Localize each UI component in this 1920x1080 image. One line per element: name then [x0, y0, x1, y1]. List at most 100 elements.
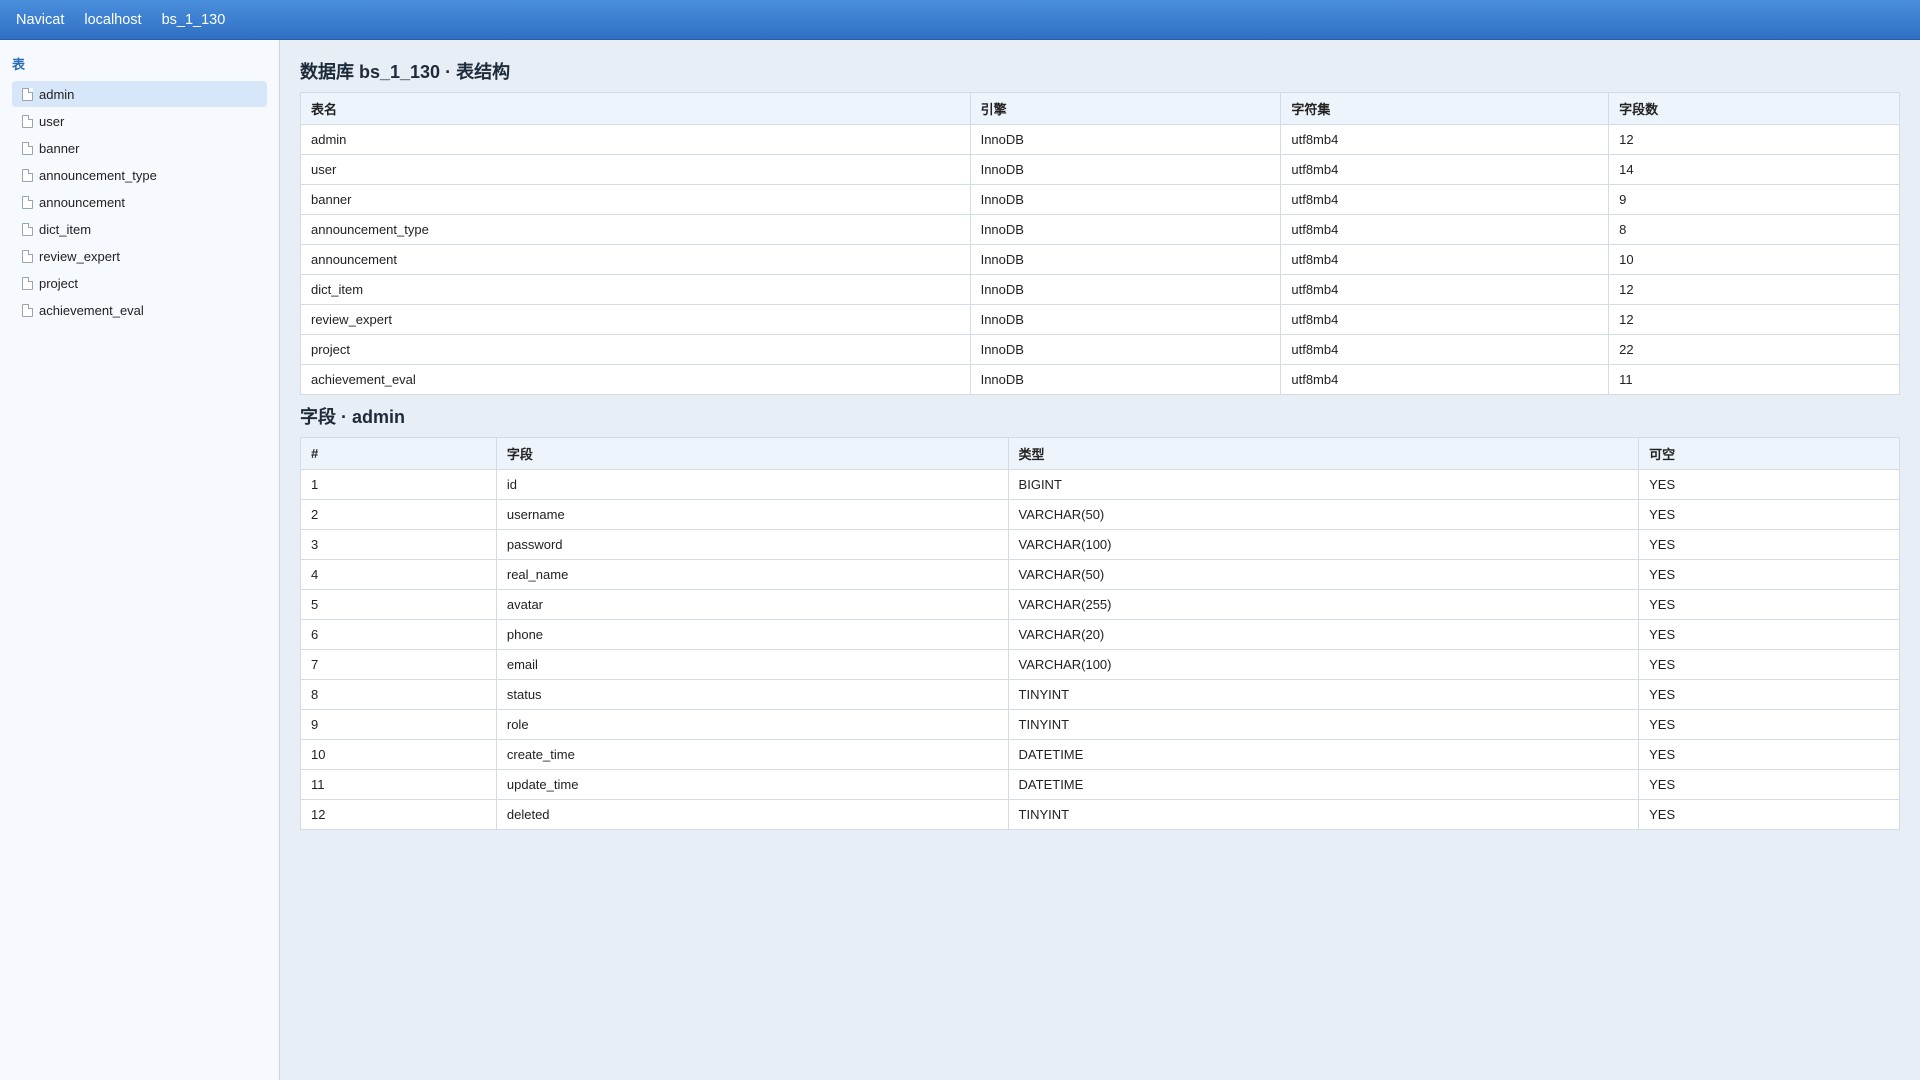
fields-section-title: 字段 · admin — [300, 407, 406, 427]
cell-nullable: YES — [1638, 559, 1900, 590]
table-row[interactable]: dict_item InnoDB utf8mb4 12 — [300, 274, 1900, 305]
sidebar-item-dict-item[interactable]: dict_item — [12, 216, 267, 242]
sidebar-item-label: announcement_type — [39, 167, 157, 183]
cell-engine: InnoDB — [969, 364, 1282, 395]
sidebar-item-label: dict_item — [39, 221, 92, 237]
cell-field-count: 12 — [1608, 274, 1900, 305]
sidebar: 表 admin user banner announcement_type announ… — [0, 40, 280, 1080]
table-file-icon — [22, 141, 33, 155]
table-row[interactable]: 7 email VARCHAR(100) YES — [300, 649, 1900, 680]
sidebar-item-achievement-eval[interactable]: achievement_eval — [12, 297, 267, 323]
cell-type: DATETIME — [1007, 769, 1640, 800]
cell-index: 2 — [300, 499, 497, 530]
main-content: 数据库 bs_1_130 · 表结构 表名 引擎 字符集 字段数 admin In… — [300, 40, 1900, 830]
cell-index: 6 — [300, 619, 497, 650]
cell-index: 12 — [300, 799, 497, 830]
table-file-icon — [22, 249, 33, 263]
table-row[interactable]: 10 create_time DATETIME YES — [300, 739, 1900, 770]
sidebar-item-label: announcement — [39, 194, 126, 210]
cell-engine: InnoDB — [969, 274, 1282, 305]
cell-nullable: YES — [1638, 799, 1900, 830]
column-header-table-name[interactable]: 表名 — [300, 92, 971, 125]
sidebar-item-label: project — [39, 275, 79, 291]
table-row[interactable]: 12 deleted TINYINT YES — [300, 799, 1900, 830]
cell-field-name: status — [495, 679, 1009, 710]
cell-engine: InnoDB — [969, 334, 1282, 365]
table-row[interactable]: admin InnoDB utf8mb4 12 — [300, 124, 1900, 155]
cell-field-count: 22 — [1608, 334, 1900, 365]
cell-index: 1 — [300, 469, 497, 500]
column-header-charset[interactable]: 字符集 — [1280, 92, 1610, 125]
table-row[interactable]: 3 password VARCHAR(100) YES — [300, 529, 1900, 560]
table-row[interactable]: 11 update_time DATETIME YES — [300, 769, 1900, 800]
sidebar-item-banner[interactable]: banner — [12, 135, 267, 161]
cell-field-count: 10 — [1608, 244, 1900, 275]
column-header-type[interactable]: 类型 — [1007, 437, 1640, 470]
cell-table-name: banner — [300, 184, 971, 215]
table-row[interactable]: 6 phone VARCHAR(20) YES — [300, 619, 1900, 650]
cell-type: VARCHAR(20) — [1007, 619, 1640, 650]
cell-charset: utf8mb4 — [1280, 364, 1610, 395]
table-row[interactable]: user InnoDB utf8mb4 14 — [300, 154, 1900, 185]
top-navigation-bar: Navicat localhost bs_1_130 — [0, 0, 1920, 40]
cell-nullable: YES — [1638, 739, 1900, 770]
cell-field-count: 8 — [1608, 214, 1900, 245]
table-row[interactable]: 9 role TINYINT YES — [300, 709, 1900, 740]
cell-index: 10 — [300, 739, 497, 770]
column-header-field-count[interactable]: 字段数 — [1608, 92, 1900, 125]
column-header-engine[interactable]: 引擎 — [969, 92, 1282, 125]
table-file-icon — [22, 222, 33, 236]
table-row[interactable]: review_expert InnoDB utf8mb4 12 — [300, 304, 1900, 335]
cell-type: TINYINT — [1007, 799, 1640, 830]
table-file-icon — [22, 276, 33, 290]
column-header-index[interactable]: # — [300, 437, 497, 470]
table-row[interactable]: project InnoDB utf8mb4 22 — [300, 334, 1900, 365]
cell-table-name: announcement_type — [300, 214, 971, 245]
cell-field-name: email — [495, 649, 1009, 680]
sidebar-item-project[interactable]: project — [12, 270, 267, 296]
cell-type: TINYINT — [1007, 709, 1640, 740]
cell-charset: utf8mb4 — [1280, 304, 1610, 335]
cell-field-name: update_time — [495, 769, 1009, 800]
sidebar-item-admin[interactable]: admin — [12, 81, 267, 107]
table-file-icon — [22, 195, 33, 209]
cell-field-name: phone — [495, 619, 1009, 650]
table-file-icon — [22, 303, 33, 317]
cell-index: 11 — [300, 769, 497, 800]
table-row[interactable]: 2 username VARCHAR(50) YES — [300, 499, 1900, 530]
table-row[interactable]: 1 id BIGINT YES — [300, 469, 1900, 500]
sidebar-item-review-expert[interactable]: review_expert — [12, 243, 267, 269]
cell-table-name: project — [300, 334, 971, 365]
cell-field-count: 9 — [1608, 184, 1900, 215]
cell-index: 5 — [300, 589, 497, 620]
cell-type: DATETIME — [1007, 739, 1640, 770]
table-file-icon — [22, 114, 33, 128]
table-row[interactable]: banner InnoDB utf8mb4 9 — [300, 184, 1900, 215]
tables-section-title: 数据库 bs_1_130 · 表结构 — [300, 62, 511, 82]
table-row[interactable]: 8 status TINYINT YES — [300, 679, 1900, 710]
cell-index: 3 — [300, 529, 497, 560]
cell-field-count: 12 — [1608, 124, 1900, 155]
sidebar-item-announcement-type[interactable]: announcement_type — [12, 162, 267, 188]
cell-table-name: admin — [300, 124, 971, 155]
tables-structure-table: 表名 引擎 字符集 字段数 admin InnoDB utf8mb4 12 user In… — [300, 92, 1900, 395]
cell-type: VARCHAR(50) — [1007, 559, 1640, 590]
cell-type: VARCHAR(100) — [1007, 649, 1640, 680]
table-row[interactable]: announcement_type InnoDB utf8mb4 8 — [300, 214, 1900, 245]
table-row[interactable]: 4 real_name VARCHAR(50) YES — [300, 559, 1900, 590]
table-row[interactable]: announcement InnoDB utf8mb4 10 — [300, 244, 1900, 275]
cell-nullable: YES — [1638, 679, 1900, 710]
table-header-row: # 字段 类型 可空 — [300, 437, 1900, 470]
column-header-field[interactable]: 字段 — [495, 437, 1009, 470]
column-header-nullable[interactable]: 可空 — [1638, 437, 1900, 470]
table-row[interactable]: 5 avatar VARCHAR(255) YES — [300, 589, 1900, 620]
sidebar-item-user[interactable]: user — [12, 108, 267, 134]
cell-engine: InnoDB — [969, 304, 1282, 335]
breadcrumb-navicat[interactable]: Navicat — [16, 12, 64, 28]
breadcrumb-connection[interactable]: localhost — [84, 12, 141, 28]
table-row[interactable]: achievement_eval InnoDB utf8mb4 11 — [300, 364, 1900, 395]
sidebar-item-label: user — [39, 113, 65, 129]
table-header-row: 表名 引擎 字符集 字段数 — [300, 92, 1900, 125]
breadcrumb-database[interactable]: bs_1_130 — [162, 12, 226, 28]
sidebar-item-announcement[interactable]: announcement — [12, 189, 267, 215]
